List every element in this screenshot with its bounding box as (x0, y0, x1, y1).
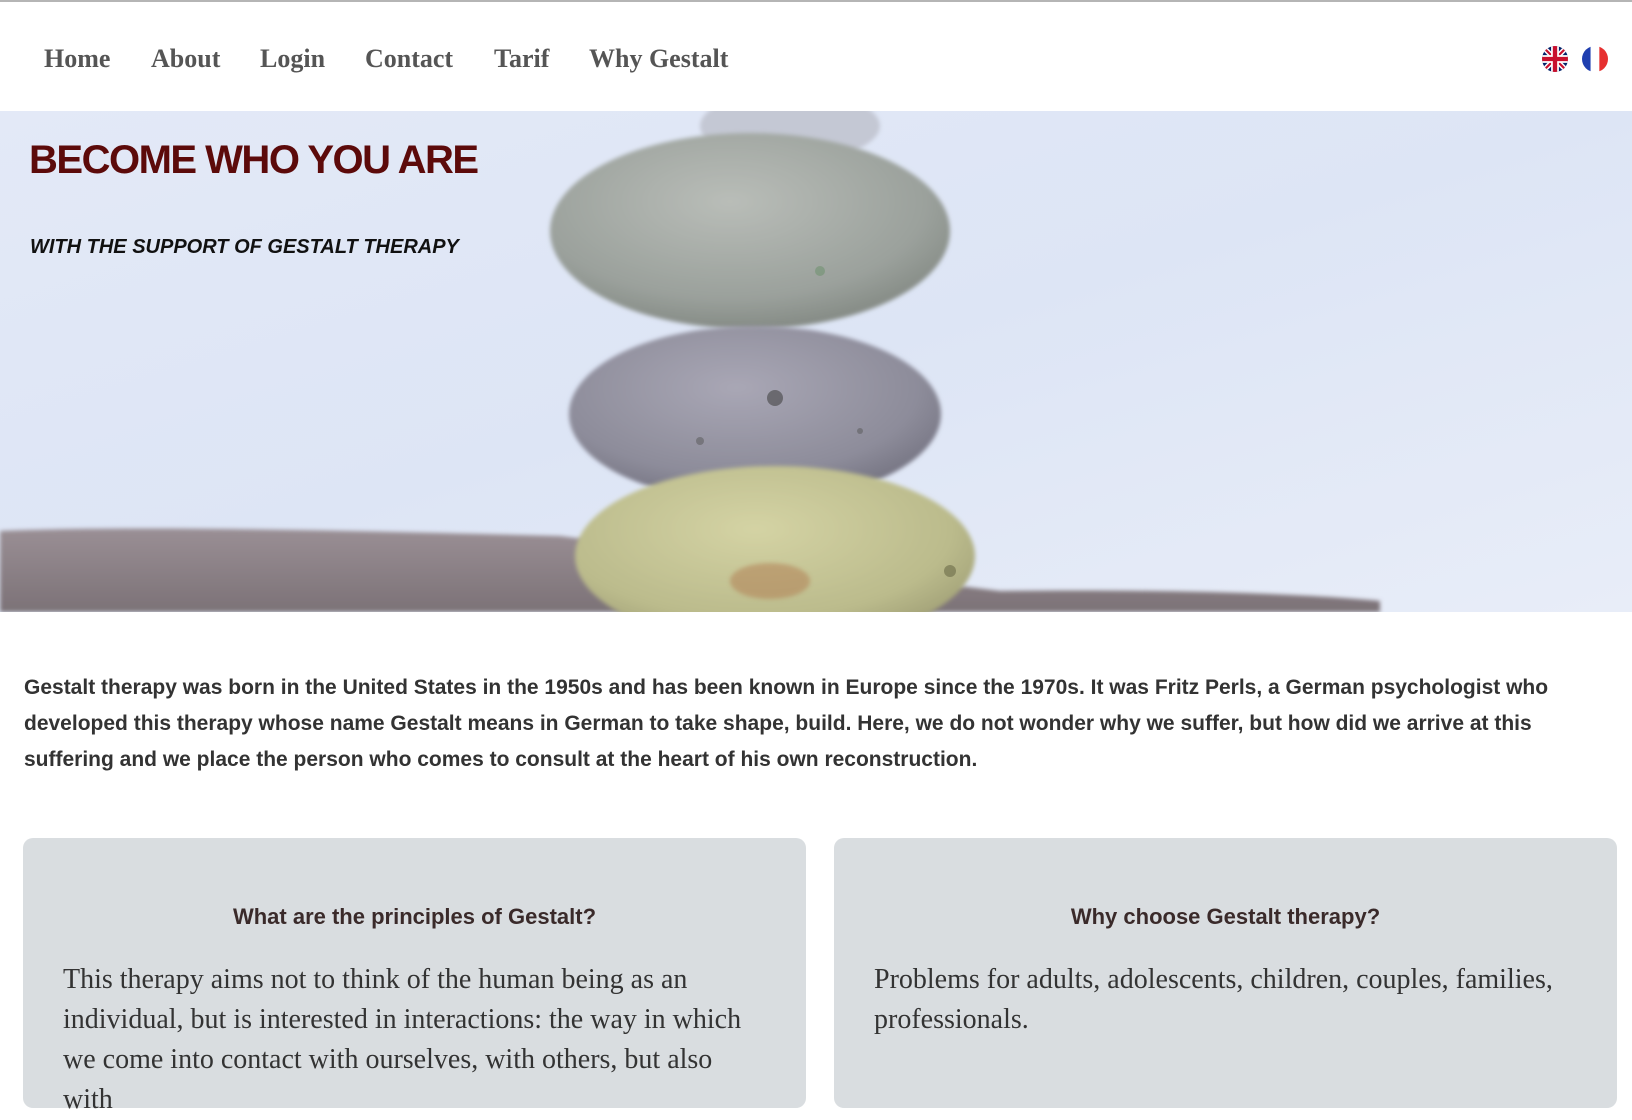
hero-subtitle: WITH THE SUPPORT OF GESTALT THERAPY (30, 236, 459, 258)
stacked-stones-image (0, 111, 1632, 612)
why-choose-card: Why choose Gestalt therapy? Problems for… (834, 838, 1617, 1108)
french-flag-icon[interactable] (1582, 46, 1608, 72)
nav-login-link[interactable]: Login (260, 44, 325, 74)
hero-title: BECOME WHO YOU ARE (29, 138, 479, 182)
principles-card-body: This therapy aims not to think of the hu… (63, 964, 742, 1115)
nav-why-gestalt-link[interactable]: Why Gestalt (589, 44, 728, 74)
intro-paragraph: Gestalt therapy was born in the United S… (24, 676, 1549, 771)
principles-card: What are the principles of Gestalt? This… (23, 838, 806, 1115)
nav-contact-link[interactable]: Contact (365, 44, 453, 74)
nav-tarif-link[interactable]: Tarif (494, 44, 549, 74)
main-navigation: Home About Login Contact Tarif Why Gesta… (0, 0, 1632, 110)
nav-home-link[interactable]: Home (44, 44, 110, 74)
why-choose-card-title: Why choose Gestalt therapy? (1070, 904, 1381, 929)
hero-banner: BECOME WHO YOU ARE WITH THE SUPPORT OF G… (0, 111, 1632, 612)
why-choose-card-body: Problems for adults, adolescents, childr… (874, 964, 1553, 1035)
nav-about-link[interactable]: About (151, 44, 220, 74)
principles-card-title: What are the principles of Gestalt? (232, 904, 597, 929)
english-flag-icon[interactable] (1542, 46, 1568, 72)
